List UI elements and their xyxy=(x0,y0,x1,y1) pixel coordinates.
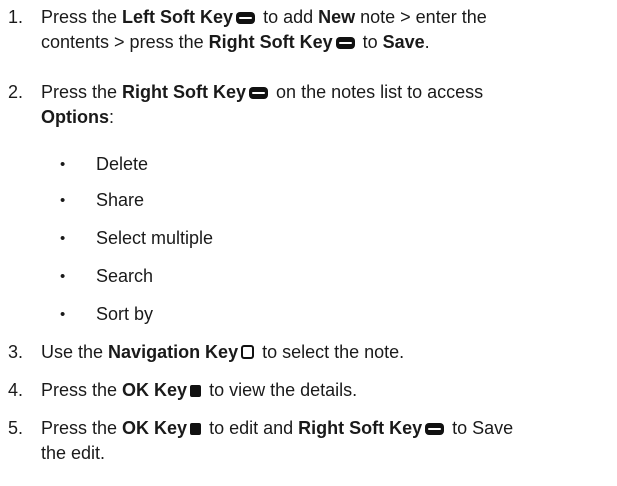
text-run: Press the xyxy=(41,7,123,27)
action-name: New xyxy=(318,7,356,27)
option-label: Sort by xyxy=(96,304,154,324)
action-name: Save xyxy=(382,32,425,52)
text-run: : xyxy=(109,107,115,127)
ok-key-icon xyxy=(190,423,202,435)
text-run: to xyxy=(357,32,383,52)
text-run: to add xyxy=(258,7,319,27)
option-label: Share xyxy=(96,190,145,210)
text-run: to Save xyxy=(447,418,514,438)
text-run: to select the note. xyxy=(257,342,405,362)
text-run: Press the xyxy=(41,418,123,438)
text-run: Use the xyxy=(41,342,109,362)
soft-key-icon xyxy=(335,37,355,49)
option-label: Search xyxy=(96,266,154,286)
bullet-icon: • xyxy=(60,230,66,247)
step-number: 4. xyxy=(8,380,24,400)
text-run: . xyxy=(424,32,430,52)
soft-key-icon xyxy=(425,423,445,435)
option-label: Delete xyxy=(96,154,149,174)
instructions-document: 1. Press the Left Soft Key to add New no… xyxy=(0,0,617,486)
navigation-key-icon xyxy=(241,345,255,359)
text-run: Press the xyxy=(41,380,123,400)
step-number: 2. xyxy=(8,82,24,102)
text-run: contents > press the xyxy=(41,32,209,52)
menu-name: Options xyxy=(41,107,109,127)
soft-key-icon xyxy=(249,87,269,99)
text-run: to edit and xyxy=(204,418,299,438)
text-run: the edit. xyxy=(41,443,106,463)
text-run: to view the details. xyxy=(204,380,358,400)
text-run: note > enter the xyxy=(355,7,487,27)
key-name: OK Key xyxy=(122,380,188,400)
option-label: Select multiple xyxy=(96,228,214,248)
step-number: 1. xyxy=(8,7,24,27)
key-name: Right Soft Key xyxy=(298,418,423,438)
key-name: Right Soft Key xyxy=(208,32,333,52)
step-text: Press the Left Soft Key to add New note … xyxy=(41,5,601,55)
step-text: Press the Right Soft Key on the notes li… xyxy=(41,80,601,130)
text-run: Press the xyxy=(41,82,123,102)
step-text: Press the OK Key to edit and Right Soft … xyxy=(41,416,601,466)
bullet-icon: • xyxy=(60,192,66,209)
key-name: Navigation Key xyxy=(108,342,239,362)
step-text: Use the Navigation Key to select the not… xyxy=(41,340,601,365)
bullet-icon: • xyxy=(60,156,66,173)
soft-key-icon xyxy=(236,12,256,24)
ok-key-icon xyxy=(190,385,202,397)
key-name: Left Soft Key xyxy=(122,7,234,27)
step-number: 3. xyxy=(8,342,24,362)
key-name: Right Soft Key xyxy=(122,82,247,102)
step-number: 5. xyxy=(8,418,24,438)
text-run: on the notes list to access xyxy=(271,82,484,102)
step-text: Press the OK Key to view the details. xyxy=(41,378,601,403)
key-name: OK Key xyxy=(122,418,188,438)
bullet-icon: • xyxy=(60,268,66,285)
bullet-icon: • xyxy=(60,306,66,323)
